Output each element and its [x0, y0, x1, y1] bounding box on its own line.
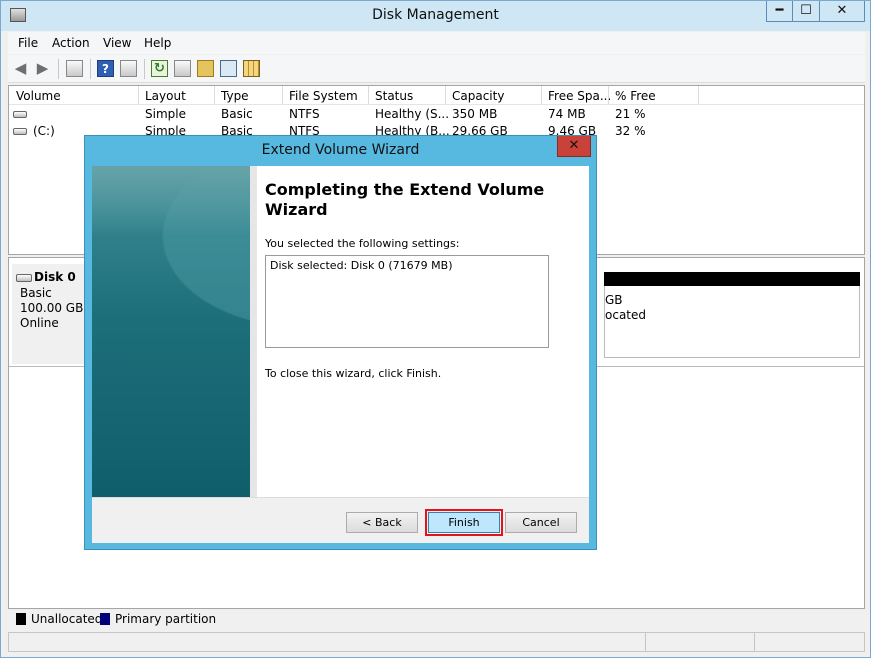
menu-help[interactable]: Help	[144, 36, 171, 50]
console-tree-icon[interactable]	[66, 60, 83, 77]
toolbar-separator	[58, 59, 59, 79]
unallocated-partition[interactable]: GB ocated	[604, 286, 860, 358]
disk-icon	[16, 274, 32, 282]
disk-state: Online	[20, 316, 59, 330]
cell-type: Basic	[221, 107, 253, 121]
col-volume[interactable]: Volume	[16, 89, 61, 103]
menu-file[interactable]: File	[18, 36, 38, 50]
cell-file-system: NTFS	[289, 107, 320, 121]
volume-list-header: Volume Layout Type File System Status Ca…	[9, 86, 864, 105]
minimize-button[interactable]: ━	[766, 1, 793, 22]
legend-primary: Primary partition	[115, 612, 217, 626]
cell-percent-free: 21 %	[615, 107, 646, 121]
forward-icon[interactable]: ▶	[34, 60, 51, 77]
cell-status: Healthy (S...	[375, 107, 450, 121]
cell-volume: (C:)	[33, 124, 55, 138]
col-free-space[interactable]: Free Spa...	[548, 89, 611, 103]
dialog-close-button[interactable]: ✕	[557, 136, 591, 157]
legend-unallocated: Unallocated	[31, 612, 103, 626]
cell-free-space: 74 MB	[548, 107, 586, 121]
column-divider	[541, 86, 542, 104]
partition-status: ocated	[605, 308, 646, 322]
magnifier-icon[interactable]	[220, 60, 237, 77]
window-title: Disk Management	[372, 7, 499, 23]
menu-view[interactable]: View	[103, 36, 131, 50]
settings-intro: You selected the following settings:	[265, 237, 460, 250]
cell-percent-free: 32 %	[615, 124, 646, 138]
disk-name: Disk 0	[34, 270, 76, 284]
col-type[interactable]: Type	[221, 89, 249, 103]
status-divider	[645, 633, 646, 651]
grid-icon[interactable]	[243, 60, 260, 77]
back-icon[interactable]: ◀	[12, 60, 29, 77]
column-divider	[214, 86, 215, 104]
col-status[interactable]: Status	[375, 89, 413, 103]
dialog-body: Completing the Extend Volume Wizard You …	[92, 166, 589, 543]
drive-icon	[13, 128, 27, 135]
partition-size: GB	[605, 293, 623, 307]
extend-volume-wizard-dialog: Extend Volume Wizard ✕ Completing the Ex…	[84, 135, 597, 550]
status-divider	[754, 633, 755, 651]
col-percent-free[interactable]: % Free	[615, 89, 656, 103]
menu-action[interactable]: Action	[52, 36, 90, 50]
settings-summary-text: Disk selected: Disk 0 (71679 MB)	[270, 259, 453, 272]
unallocated-strip[interactable]	[604, 272, 860, 286]
properties-icon[interactable]	[120, 60, 137, 77]
column-divider	[698, 86, 699, 104]
col-capacity[interactable]: Capacity	[452, 89, 504, 103]
button-area-divider	[92, 497, 589, 498]
toolbar-separator	[90, 59, 91, 79]
table-row[interactable]: Simple Basic NTFS Healthy (S... 350 MB 7…	[9, 106, 864, 123]
back-button[interactable]: < Back	[346, 512, 418, 533]
wizard-content: Completing the Extend Volume Wizard You …	[257, 166, 589, 497]
toolbar: ◀ ▶ ? ↻	[8, 55, 865, 83]
toolbar-separator	[144, 59, 145, 79]
settings-icon[interactable]	[174, 60, 191, 77]
disk-size: 100.00 GB	[20, 301, 84, 315]
primary-swatch	[100, 613, 110, 625]
banner-divider	[250, 166, 257, 497]
help-icon[interactable]: ?	[97, 60, 114, 77]
dialog-title: Extend Volume Wizard	[261, 142, 420, 158]
cell-layout: Simple	[145, 107, 186, 121]
title-bar: Disk Management ━ ☐ ✕	[1, 1, 870, 31]
wizard-heading: Completing the Extend Volume Wizard	[265, 180, 545, 219]
column-divider	[282, 86, 283, 104]
close-button[interactable]: ✕	[819, 1, 865, 22]
drive-icon	[13, 111, 27, 118]
refresh-icon[interactable]: ↻	[151, 60, 168, 77]
unallocated-swatch	[16, 613, 26, 625]
status-bar	[8, 632, 865, 652]
open-folder-icon[interactable]	[197, 60, 214, 77]
close-instructions: To close this wizard, click Finish.	[265, 367, 442, 380]
cell-capacity: 350 MB	[452, 107, 498, 121]
wizard-banner-art	[92, 166, 250, 497]
settings-summary-box[interactable]: Disk selected: Disk 0 (71679 MB)	[265, 255, 549, 348]
disk-0-label[interactable]: Disk 0 Basic 100.00 GB Online	[12, 264, 90, 364]
column-divider	[445, 86, 446, 104]
menu-bar: File Action View Help	[8, 32, 865, 54]
maximize-button[interactable]: ☐	[792, 1, 820, 22]
column-divider	[138, 86, 139, 104]
disk-type: Basic	[20, 286, 52, 300]
column-divider	[608, 86, 609, 104]
cancel-button[interactable]: Cancel	[505, 512, 577, 533]
column-divider	[368, 86, 369, 104]
legend: Unallocated Primary partition	[8, 609, 865, 629]
col-file-system[interactable]: File System	[289, 89, 358, 103]
col-layout[interactable]: Layout	[145, 89, 186, 103]
finish-highlight	[425, 509, 503, 536]
